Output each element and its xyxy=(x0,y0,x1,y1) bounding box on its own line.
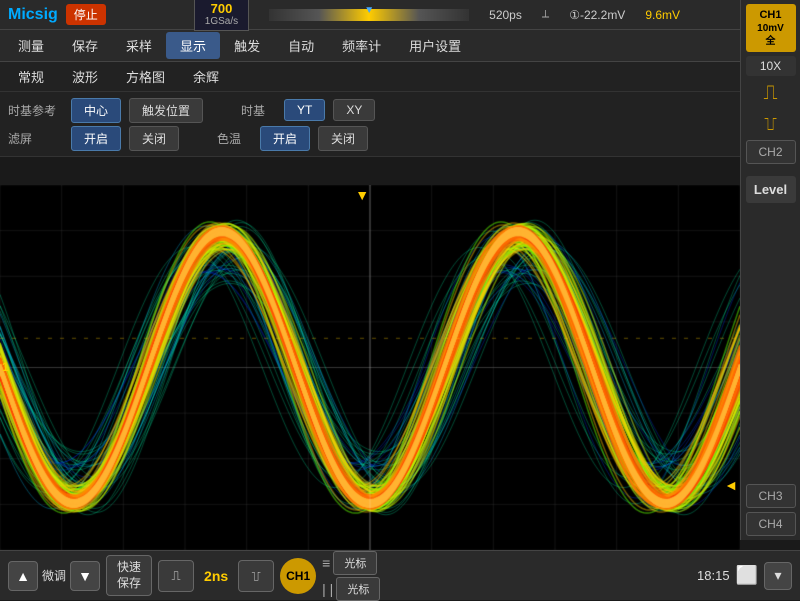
menu-save[interactable]: 保存 xyxy=(58,32,112,59)
voltage-ch1: ①-22.2mV xyxy=(569,8,625,22)
cursor2-btn[interactable]: 光标 xyxy=(336,577,380,601)
center-btn[interactable]: 中心 xyxy=(71,98,121,123)
xy-btn[interactable]: XY xyxy=(333,99,375,121)
level-button[interactable]: Level xyxy=(746,176,796,203)
menu-display[interactable]: 显示 xyxy=(166,32,220,59)
filter-off-btn[interactable]: 关闭 xyxy=(129,126,179,151)
fine-adj-up-btn[interactable]: ▲ xyxy=(8,561,38,591)
ch4-button[interactable]: CH4 xyxy=(746,512,796,536)
brand-logo: Micsig xyxy=(8,6,58,24)
probe-setting[interactable]: 10X xyxy=(746,56,796,76)
filter-label: 滤屏 xyxy=(8,130,63,147)
more-options-btn[interactable]: ▾ xyxy=(764,562,792,590)
menu-sample[interactable]: 采样 xyxy=(112,32,166,59)
voltage-ch2: 9.6mV xyxy=(645,8,680,22)
yt-btn[interactable]: YT xyxy=(284,99,325,121)
trigger-symbol: ⟂ xyxy=(542,8,549,21)
color-off-btn[interactable]: 关闭 xyxy=(318,126,368,151)
top-bar: Micsig 停止 700 1GSa/s ▼ 520ps ⟂ ①-22.2mV … xyxy=(0,0,800,30)
sub-menu-waveform[interactable]: 波形 xyxy=(58,64,112,89)
ch1-voltage: 10mV xyxy=(752,22,790,35)
menu-freq-counter[interactable]: 频率计 xyxy=(328,32,395,59)
timebase-mode-label: 时基 xyxy=(241,102,276,119)
ch-right-arrow: ◄ xyxy=(724,477,738,493)
ch3-button[interactable]: CH3 xyxy=(746,484,796,508)
settings-row-1: 时基参考 中心 触发位置 时基 YT XY xyxy=(8,96,792,124)
ch1-marker: 1 xyxy=(2,360,9,374)
sub-menu-persistence[interactable]: 余辉 xyxy=(179,64,233,89)
color-on-btn[interactable]: 开启 xyxy=(260,126,310,151)
menu-measure[interactable]: 测量 xyxy=(4,32,58,59)
menu-trigger[interactable]: 触发 xyxy=(220,32,274,59)
pulse-up-btn[interactable]: ⎍ xyxy=(158,560,194,592)
settings-row-2: 滤屏 开启 关闭 色温 开启 关闭 xyxy=(8,124,792,152)
ch1-block: CH1 10mV 全 xyxy=(746,4,796,52)
settings-area: 时基参考 中心 触发位置 时基 YT XY 滤屏 开启 关闭 色温 开启 关闭 xyxy=(0,92,800,157)
falling-edge-icon: ⎍ xyxy=(764,113,777,134)
trigger-pos-btn[interactable]: 触发位置 xyxy=(129,98,203,123)
ch1-label: CH1 xyxy=(752,8,790,22)
trigger-marker: ▼ xyxy=(355,187,369,203)
bottom-bar: ▲ 微调 ▼ 快速保存 ⎍ 2ns ⎍ CH1 ≡ 光标 | | 光标 18:1… xyxy=(0,550,800,600)
ch2-button[interactable]: CH2 xyxy=(746,140,796,164)
quick-save-btn[interactable]: 快速保存 xyxy=(106,555,152,596)
timebase-value: 700 xyxy=(205,1,238,17)
fine-adj-down-btn[interactable]: ▼ xyxy=(70,561,100,591)
ch1-range: 全 xyxy=(752,35,790,48)
bottom-right: 18:15 ⬜ ▾ xyxy=(697,562,792,590)
cursor1-btn[interactable]: 光标 xyxy=(333,551,377,575)
screen-icon: ⬜ xyxy=(736,565,758,586)
filter-on-btn[interactable]: 开启 xyxy=(71,126,121,151)
scope-display: 1 ◄ ▼ xyxy=(0,185,740,550)
time-per-div: 2ns xyxy=(200,568,232,584)
fine-adj-group: ▲ 微调 ▼ xyxy=(8,561,100,591)
waveform-canvas xyxy=(0,185,740,550)
sub-menu-normal[interactable]: 常规 xyxy=(4,64,58,89)
fine-adj-label: 微调 xyxy=(42,567,66,584)
timebase-display: 700 1GSa/s xyxy=(194,0,249,31)
top-center-info: 700 1GSa/s ▼ 520ps ⟂ ①-22.2mV 9.6mV xyxy=(106,0,768,31)
rising-edge-icon: ⎍ xyxy=(764,82,778,105)
pulse-down-btn[interactable]: ⎍ xyxy=(238,560,274,592)
color-temp-label: 色温 xyxy=(217,130,252,147)
quick-save-label: 快速保存 xyxy=(117,560,141,590)
main-menu: 测量 保存 采样 显示 触发 自动 频率计 用户设置 xyxy=(0,30,800,62)
stop-button[interactable]: 停止 xyxy=(66,4,106,25)
menu-user-settings[interactable]: 用户设置 xyxy=(395,32,475,59)
sample-rate: 1GSa/s xyxy=(205,16,238,28)
right-panel: CH1 10mV 全 10X ⎍ ⎍ CH2 Level CH3 CH4 xyxy=(740,0,800,540)
menu-auto[interactable]: 自动 xyxy=(274,32,328,59)
sub-menu: 常规 波形 方格图 余辉 xyxy=(0,62,800,92)
timebase-ref-label: 时基参考 xyxy=(8,102,63,119)
sub-menu-grid[interactable]: 方格图 xyxy=(112,64,179,89)
ch1-selector[interactable]: CH1 xyxy=(280,558,316,594)
clock-display: 18:15 xyxy=(697,568,730,583)
time-offset: 520ps xyxy=(489,8,522,22)
